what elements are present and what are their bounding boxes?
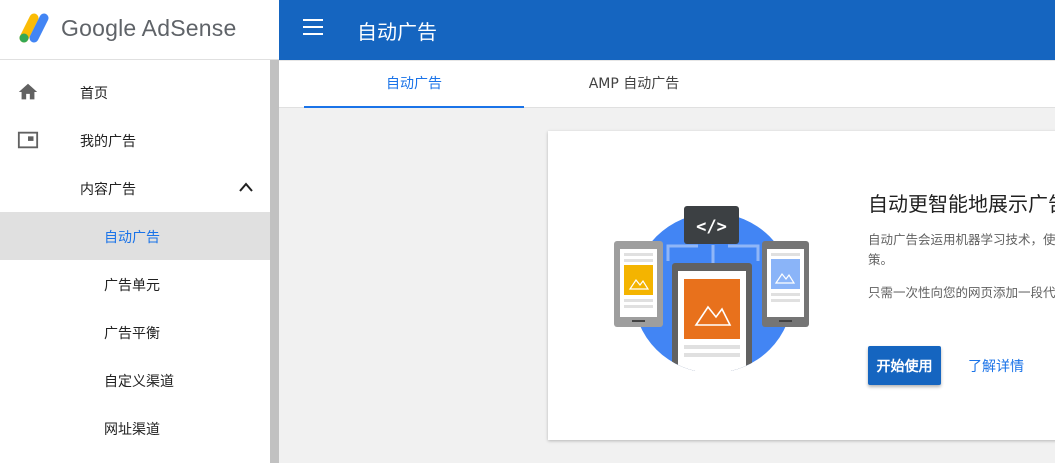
page-title: 自动广告 [357, 20, 437, 44]
sidebar-scrollbar[interactable] [270, 60, 279, 463]
brand-header: Google AdSense [0, 0, 279, 60]
sidebar-item-label: 自动广告 [104, 230, 160, 246]
card-heading: 自动更智能地展示广告 [868, 192, 1055, 216]
sidebar-item-label: 广告平衡 [104, 326, 160, 342]
sidebar-item-ad-units[interactable]: 广告单元 [0, 260, 270, 308]
tab-auto-ads[interactable]: 自动广告 [304, 61, 524, 108]
card-description-secondary: 只需一次性向您的网页添加一段代 [868, 285, 1055, 300]
sidebar: Google AdSense 首页 我的广告 内容广告 自动广告 广告单元 广告… [0, 0, 279, 463]
adsense-logo-icon [19, 13, 49, 43]
sidebar-item-label: 网址渠道 [104, 422, 160, 438]
sidebar-item-label: 自定义渠道 [104, 374, 174, 390]
sidebar-item-home[interactable]: 首页 [0, 68, 270, 116]
get-started-button[interactable]: 开始使用 [868, 346, 941, 385]
auto-ads-intro-card: </> 自动更智能地展示广告 自动广告会运用机器学习技术，使策。 只需一次性向您… [548, 131, 1055, 440]
menu-icon[interactable] [303, 19, 323, 37]
sidebar-item-label: 首页 [80, 86, 108, 102]
sidebar-item-label: 我的广告 [80, 134, 136, 150]
brand-name: Google AdSense [61, 15, 237, 41]
card-description: 自动广告会运用机器学习技术，使策。 [868, 232, 1055, 267]
sidebar-item-label: 广告单元 [104, 278, 160, 294]
learn-more-link[interactable]: 了解详情 [968, 356, 1024, 376]
home-icon [18, 83, 38, 100]
top-app-bar: 自动广告 [279, 0, 1055, 60]
sidebar-item-content-ads[interactable]: 内容广告 [0, 164, 270, 212]
sidebar-item-url-channels[interactable]: 网址渠道 [0, 404, 270, 452]
sidebar-item-label: 内容广告 [80, 182, 136, 198]
code-badge-text: </> [696, 217, 727, 237]
tab-amp-auto-ads[interactable]: AMP 自动广告 [524, 61, 744, 108]
sidebar-item-ad-balance[interactable]: 广告平衡 [0, 308, 270, 356]
ads-icon [17, 131, 39, 149]
sidebar-item-auto-ads[interactable]: 自动广告 [0, 212, 270, 260]
sidebar-item-my-ads[interactable]: 我的广告 [0, 116, 270, 164]
chevron-up-icon[interactable] [238, 181, 254, 193]
sidebar-item-custom-channels[interactable]: 自定义渠道 [0, 356, 270, 404]
devices-illustration: </> [614, 206, 809, 371]
tab-bar: 自动广告 AMP 自动广告 [279, 60, 1055, 108]
